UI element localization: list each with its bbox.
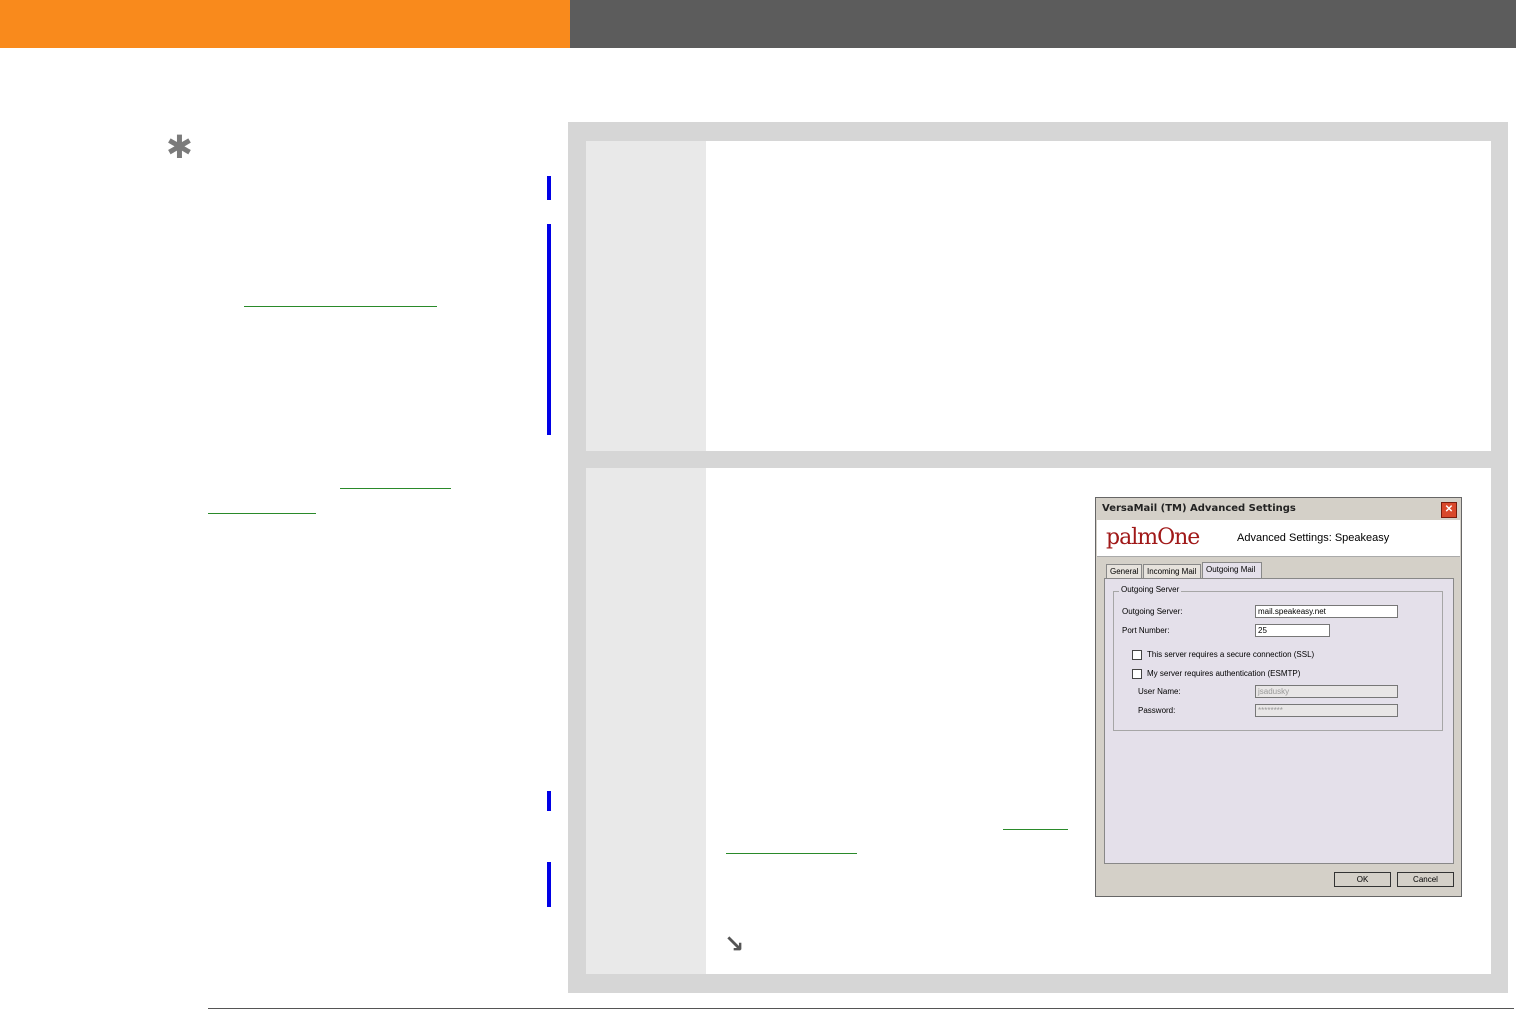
user-name-label: User Name: xyxy=(1138,687,1181,696)
change-bar xyxy=(547,224,551,435)
tip-link-underline-1[interactable] xyxy=(244,306,437,307)
port-number-label: Port Number: xyxy=(1122,626,1170,635)
outgoing-server-group: Outgoing Server Outgoing Server: mail.sp… xyxy=(1113,585,1443,731)
tip-link-underline-3[interactable] xyxy=(208,513,316,514)
ok-button[interactable]: OK xyxy=(1334,872,1391,887)
tip-link-underline-2[interactable] xyxy=(340,488,451,489)
step-1-number-column xyxy=(586,141,706,451)
tab-incoming-mail[interactable]: Incoming Mail xyxy=(1143,564,1201,578)
auth-checkbox-label: My server requires authentication (ESMTP… xyxy=(1147,669,1301,678)
advanced-settings-dialog: VersaMail (TM) Advanced Settings ✕ palmO… xyxy=(1095,497,1462,897)
tab-general[interactable]: General xyxy=(1106,564,1142,578)
step-link-underline-2[interactable] xyxy=(726,853,857,854)
cancel-button[interactable]: Cancel xyxy=(1397,872,1454,887)
header-orange-bar xyxy=(0,0,570,48)
step-1-box xyxy=(586,141,1491,451)
tab-outgoing-mail[interactable]: Outgoing Mail xyxy=(1202,562,1262,579)
auth-checkbox[interactable] xyxy=(1132,669,1142,679)
palmone-logo: palmOne xyxy=(1106,525,1200,550)
step-link-underline-1[interactable] xyxy=(1003,829,1068,830)
outgoing-server-label: Outgoing Server: xyxy=(1122,607,1183,616)
outgoing-server-input[interactable]: mail.speakeasy.net xyxy=(1255,605,1398,618)
password-label: Password: xyxy=(1138,706,1176,715)
continue-arrow-icon: ↘ xyxy=(724,930,745,958)
group-label: Outgoing Server xyxy=(1119,585,1182,594)
footer-rule xyxy=(208,1008,1514,1009)
dialog-header: palmOne Advanced Settings: Speakeasy xyxy=(1097,520,1460,557)
ssl-checkbox[interactable] xyxy=(1132,650,1142,660)
dialog-titlebar: VersaMail (TM) Advanced Settings ✕ xyxy=(1097,499,1460,519)
dialog-heading: Advanced Settings: Speakeasy xyxy=(1237,532,1390,544)
change-bar xyxy=(547,791,551,811)
asterisk-icon: ✱ xyxy=(166,128,193,166)
dialog-title: VersaMail (TM) Advanced Settings xyxy=(1102,503,1296,514)
password-input[interactable]: ******** xyxy=(1255,704,1398,717)
outgoing-mail-panel: Outgoing Server Outgoing Server: mail.sp… xyxy=(1104,578,1454,864)
ssl-checkbox-label: This server requires a secure connection… xyxy=(1147,650,1315,659)
close-icon[interactable]: ✕ xyxy=(1441,502,1457,518)
change-bar xyxy=(547,176,551,200)
step-2-number-column xyxy=(586,468,706,974)
change-bar xyxy=(547,862,551,907)
port-number-input[interactable]: 25 xyxy=(1255,624,1330,637)
user-name-input[interactable]: jsadusky xyxy=(1255,685,1398,698)
header-grey-bar xyxy=(570,0,1516,48)
